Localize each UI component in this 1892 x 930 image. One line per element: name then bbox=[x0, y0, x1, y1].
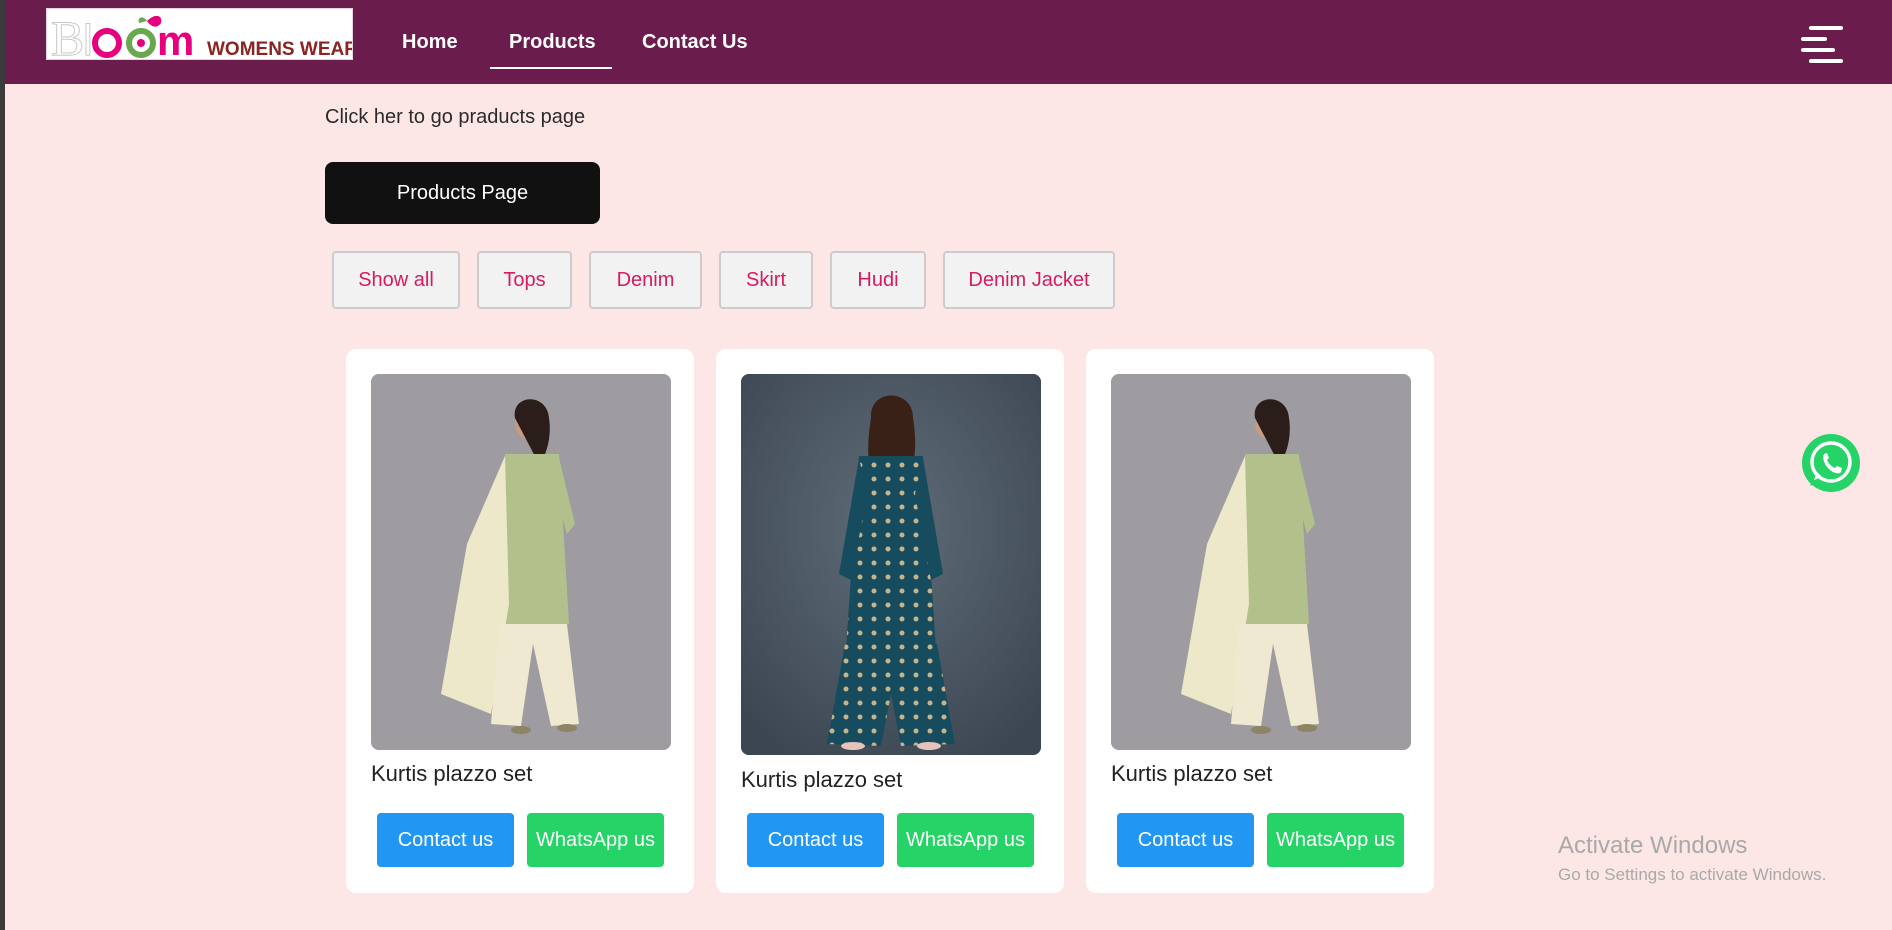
whatsapp-us-button[interactable]: WhatsApp us bbox=[897, 813, 1034, 867]
logo-graphic: B l m WOMENS WEAR bbox=[51, 10, 353, 60]
product-image[interactable] bbox=[1111, 374, 1411, 750]
filter-hudi-button[interactable]: Hudi bbox=[830, 251, 926, 309]
filter-denim-button[interactable]: Denim bbox=[589, 251, 702, 309]
active-nav-underline bbox=[490, 67, 612, 69]
brand-logo[interactable]: B l m WOMENS WEAR bbox=[46, 8, 353, 60]
whatsapp-icon[interactable] bbox=[1800, 432, 1862, 494]
activate-windows-title: Activate Windows bbox=[1558, 832, 1748, 859]
products-page-button[interactable]: Products Page bbox=[325, 162, 600, 224]
kurti-teal-photo bbox=[741, 374, 1041, 755]
filter-skirt-button[interactable]: Skirt bbox=[719, 251, 813, 309]
activate-windows-subtitle: Go to Settings to activate Windows. bbox=[1558, 865, 1827, 884]
product-image[interactable] bbox=[371, 374, 671, 750]
kurti-green-photo bbox=[371, 374, 671, 750]
product-title: Kurtis plazzo set bbox=[371, 761, 533, 786]
nav-contact-link[interactable]: Contact Us bbox=[642, 30, 748, 54]
hamburger-icon[interactable] bbox=[1801, 26, 1845, 66]
product-card: Kurtis plazzo set Contact us WhatsApp us bbox=[346, 349, 694, 893]
filter-tops-button[interactable]: Tops bbox=[477, 251, 572, 309]
whatsapp-us-button[interactable]: WhatsApp us bbox=[1267, 813, 1404, 867]
contact-us-button[interactable]: Contact us bbox=[377, 813, 514, 867]
whatsapp-us-button[interactable]: WhatsApp us bbox=[527, 813, 664, 867]
nav-home-link[interactable]: Home bbox=[402, 30, 458, 54]
kurti-green-photo bbox=[1111, 374, 1411, 750]
filter-denim-jacket-button[interactable]: Denim Jacket bbox=[943, 251, 1115, 309]
contact-us-button[interactable]: Contact us bbox=[1117, 813, 1254, 867]
contact-us-button[interactable]: Contact us bbox=[747, 813, 884, 867]
product-title: Kurtis plazzo set bbox=[1111, 761, 1273, 786]
product-card: Kurtis plazzo set Contact us WhatsApp us bbox=[1086, 349, 1434, 893]
intro-text: Click her to go praducts page bbox=[325, 106, 586, 128]
svg-text:WOMENS WEAR: WOMENS WEAR bbox=[207, 39, 353, 60]
svg-text:m: m bbox=[157, 17, 194, 60]
product-title: Kurtis plazzo set bbox=[741, 767, 903, 792]
svg-text:B: B bbox=[51, 10, 84, 60]
navbar: B l m WOMENS WEAR Home Products Contact … bbox=[5, 0, 1892, 84]
product-card: Kurtis plazzo set Contact us WhatsApp us bbox=[716, 349, 1064, 893]
product-image[interactable] bbox=[741, 374, 1041, 755]
svg-text:l: l bbox=[83, 16, 93, 60]
filter-show-all-button[interactable]: Show all bbox=[332, 251, 460, 309]
page: B l m WOMENS WEAR Home Products Contact … bbox=[5, 0, 1892, 930]
nav-products-link[interactable]: Products bbox=[509, 30, 596, 54]
